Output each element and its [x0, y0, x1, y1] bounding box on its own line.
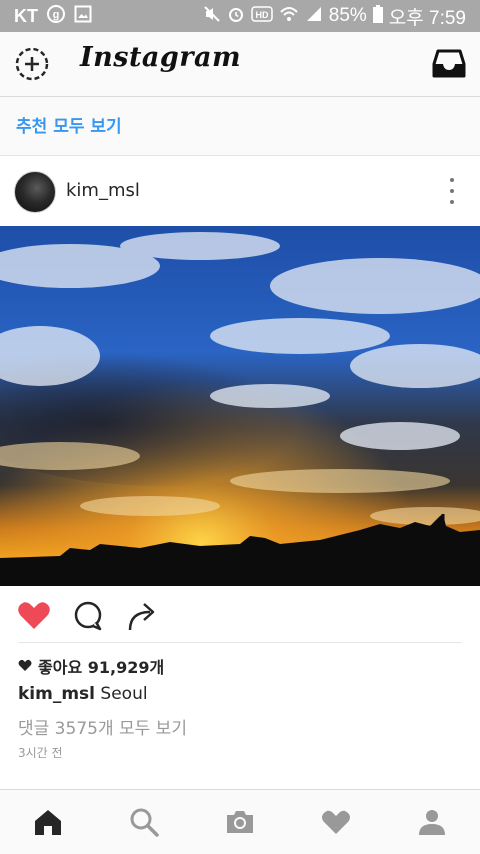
likes-count[interactable]: 좋아요 91,929개 [18, 654, 164, 678]
caption: kim_msl Seoul [18, 684, 148, 704]
more-options-icon[interactable] [444, 178, 460, 204]
mute-icon [203, 5, 221, 28]
comment-icon[interactable] [70, 598, 106, 634]
like-heart-icon[interactable] [16, 598, 52, 634]
likes-text: 좋아요 91,929개 [38, 658, 165, 677]
gallery-icon [74, 5, 92, 28]
svg-text:g: g [53, 9, 60, 21]
see-all-suggestions-link[interactable]: 추천 모두 보기 [16, 112, 122, 137]
share-icon[interactable] [124, 598, 160, 634]
home-icon[interactable] [32, 806, 64, 838]
suggestions-bar: 추천 모두 보기 [0, 97, 480, 156]
clock-time: 오후 7:59 [388, 7, 466, 29]
profile-icon[interactable] [416, 806, 448, 838]
app-header: Instagram [0, 32, 480, 97]
instagram-logo: Instagram [80, 42, 242, 73]
post-photo[interactable] [0, 226, 480, 586]
svg-text:HD: HD [255, 10, 268, 20]
inbox-icon[interactable] [432, 48, 466, 80]
hd-icon: HD [251, 5, 273, 27]
bottom-navigation [0, 789, 480, 854]
post-time: 3시간 전 [18, 746, 63, 760]
g-circle-icon: g [46, 4, 66, 29]
post-actions [0, 590, 480, 644]
battery-icon [372, 4, 383, 28]
actions-divider [18, 642, 462, 643]
battery-percent: 85% [328, 5, 367, 26]
wifi-icon [279, 5, 299, 28]
caption-text: Seoul [100, 684, 148, 704]
status-bar: KT g HD 85% 오후 7:59 [0, 0, 480, 32]
small-heart-icon [18, 657, 32, 676]
view-all-comments-link[interactable]: 댓글 3575개 모두 보기 [18, 714, 187, 739]
add-story-icon[interactable] [14, 46, 50, 82]
signal-icon [305, 5, 323, 28]
post-username[interactable]: kim_msl [66, 180, 140, 201]
search-icon[interactable] [128, 806, 160, 838]
alarm-icon [227, 5, 245, 28]
post-header: kim_msl [0, 158, 480, 224]
carrier-label: KT [14, 5, 38, 26]
avatar[interactable] [14, 171, 56, 213]
caption-username[interactable]: kim_msl [18, 684, 95, 704]
camera-icon[interactable] [224, 806, 256, 838]
heart-icon[interactable] [320, 806, 352, 838]
